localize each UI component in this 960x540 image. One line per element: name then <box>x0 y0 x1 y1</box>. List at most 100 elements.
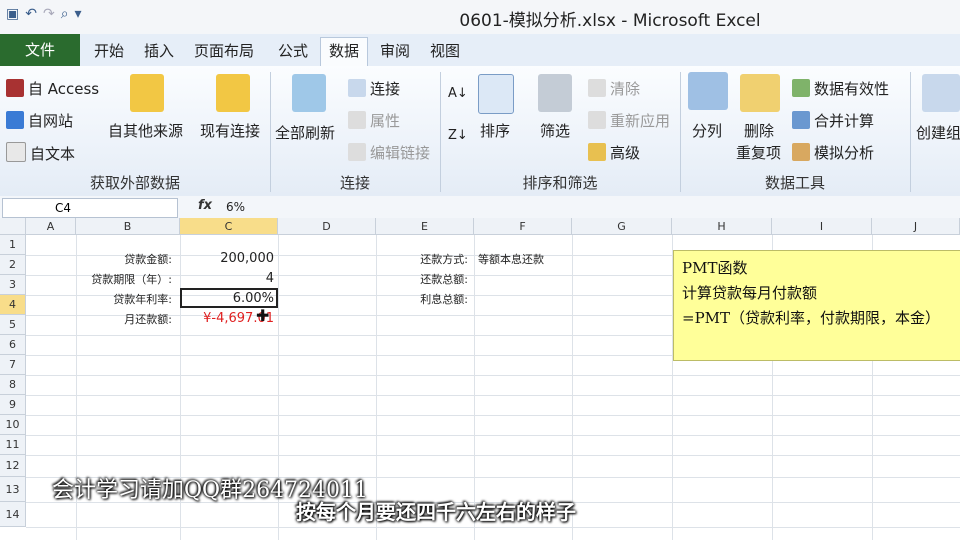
gridline <box>26 375 960 376</box>
connections-button[interactable]: 连接 <box>348 78 400 99</box>
ribbon-tabs: 文件 开始 插入 页面布局 公式 数据 审阅 视图 <box>0 34 960 67</box>
refresh-all-icon <box>292 74 326 112</box>
row-header[interactable]: 12 <box>0 455 26 477</box>
tab-home[interactable]: 开始 <box>86 38 132 64</box>
gridline <box>26 435 960 436</box>
comment-note[interactable]: PMT函数 计算贷款每月付款额 =PMT（贷款利率，付款期限，本金） <box>673 250 960 361</box>
row-header[interactable]: 10 <box>0 415 26 435</box>
text-to-columns-button[interactable]: 分列 <box>692 120 722 141</box>
existing-connections-button[interactable]: 现有连接 <box>200 120 260 141</box>
cell-e3[interactable]: 还款总额: <box>376 270 468 290</box>
edit-links-button[interactable]: 编辑链接 <box>348 142 430 163</box>
column-header-h[interactable]: H <box>672 218 772 235</box>
other-sources-icon <box>130 74 164 112</box>
cell-b5[interactable]: 月还款额: <box>76 310 172 330</box>
properties-button[interactable]: 属性 <box>348 110 400 131</box>
tab-review[interactable]: 审阅 <box>372 38 418 64</box>
cell-e4[interactable]: 利息总额: <box>376 290 468 310</box>
consolidate-button[interactable]: 合并计算 <box>792 110 874 131</box>
tab-file[interactable]: 文件 <box>0 34 80 66</box>
from-other-sources-button[interactable]: 自其他来源 <box>108 120 183 141</box>
tab-page-layout[interactable]: 页面布局 <box>186 38 262 64</box>
group-label-sort-filter: 排序和筛选 <box>522 174 598 192</box>
access-icon <box>6 79 24 97</box>
row-header[interactable]: 13 <box>0 477 26 502</box>
sort-descending-icon[interactable]: Z↓ <box>448 128 468 143</box>
row-header[interactable]: 4 <box>0 295 26 315</box>
gridline <box>26 395 960 396</box>
sort-icon <box>478 74 514 114</box>
remove-duplicates-icon <box>740 74 780 112</box>
tab-insert[interactable]: 插入 <box>136 38 182 64</box>
row-header[interactable]: 7 <box>0 355 26 375</box>
refresh-all-button[interactable]: 全部刷新 <box>275 122 335 143</box>
cell-b3[interactable]: 贷款期限（年）: <box>76 270 172 290</box>
group-icon <box>922 74 960 112</box>
column-header-f[interactable]: F <box>474 218 572 235</box>
insert-function-icon[interactable]: fx <box>198 198 212 213</box>
cell-f2[interactable]: 等额本息还款 <box>478 250 572 270</box>
column-header-d[interactable]: D <box>278 218 376 235</box>
gridline <box>26 527 960 528</box>
tab-formulas[interactable]: 公式 <box>270 38 316 64</box>
web-icon <box>6 111 24 129</box>
reapply-button[interactable]: 重新应用 <box>588 110 670 131</box>
window-title: 0601-模拟分析.xlsx - Microsoft Excel <box>459 11 761 31</box>
column-header-c[interactable]: C <box>180 218 278 235</box>
sort-button[interactable]: 排序 <box>480 120 510 141</box>
consolidate-icon <box>792 111 810 129</box>
row-header[interactable]: 9 <box>0 395 26 415</box>
name-box[interactable]: C4 <box>2 198 178 218</box>
cell-b2[interactable]: 贷款金额: <box>76 250 172 270</box>
from-access-button[interactable]: 自 Access <box>6 78 99 99</box>
filter-icon <box>538 74 572 112</box>
properties-icon <box>348 111 366 129</box>
tab-data[interactable]: 数据 <box>320 37 369 67</box>
group-separator <box>910 72 911 192</box>
column-header-b[interactable]: B <box>76 218 180 235</box>
data-validation-button[interactable]: 数据有效性 <box>792 78 889 99</box>
formula-input[interactable]: 6% <box>226 200 245 214</box>
note-line-1: PMT函数 <box>682 259 748 277</box>
filter-button[interactable]: 筛选 <box>540 120 570 141</box>
row-header[interactable]: 3 <box>0 275 26 295</box>
gridline <box>26 455 960 456</box>
row-header[interactable]: 8 <box>0 375 26 395</box>
from-text-button[interactable]: 自文本 <box>6 142 75 164</box>
select-all-corner[interactable] <box>0 218 26 235</box>
connections-icon <box>348 79 366 97</box>
cell-c3[interactable]: 4 <box>180 269 274 289</box>
advanced-filter-button[interactable]: 高级 <box>588 142 640 163</box>
tab-view[interactable]: 视图 <box>422 38 468 64</box>
column-header-i[interactable]: I <box>772 218 872 235</box>
row-header[interactable]: 6 <box>0 335 26 355</box>
column-header-e[interactable]: E <box>376 218 474 235</box>
cell-c2[interactable]: 200,000 <box>180 249 274 269</box>
from-web-button[interactable]: 自网站 <box>6 110 73 131</box>
row-header[interactable]: 1 <box>0 235 26 255</box>
row-header[interactable]: 11 <box>0 435 26 455</box>
row-header[interactable]: 2 <box>0 255 26 275</box>
cell-e2[interactable]: 还款方式: <box>376 250 468 270</box>
group-label-get-external: 获取外部数据 <box>89 174 180 192</box>
column-header-g[interactable]: G <box>572 218 672 235</box>
column-header-j[interactable]: J <box>872 218 960 235</box>
advanced-icon <box>588 143 606 161</box>
group-label-data-tools: 数据工具 <box>764 174 825 192</box>
cell-b4[interactable]: 贷款年利率: <box>76 290 172 310</box>
create-group-button[interactable]: 创建组 <box>916 122 960 143</box>
note-line-2: 计算贷款每月付款额 <box>682 284 818 302</box>
clear-icon <box>588 79 606 97</box>
clear-filter-button[interactable]: 清除 <box>588 78 640 99</box>
what-if-analysis-button[interactable]: 模拟分析 <box>792 142 874 163</box>
sort-ascending-icon[interactable]: A↓ <box>448 86 468 101</box>
row-header[interactable]: 14 <box>0 502 26 527</box>
ribbon-data: 自 Access 自网站 自文本 自其他来源 现有连接 获取外部数据 全部刷新 … <box>0 66 960 197</box>
remove-duplicates-label-2: 重复项 <box>736 144 782 162</box>
row-header[interactable]: 5 <box>0 315 26 335</box>
what-if-icon <box>792 143 810 161</box>
group-label-connections: 连接 <box>339 174 370 192</box>
column-header-a[interactable]: A <box>26 218 76 235</box>
video-subtitle: 按每个月要还四千六左右的样子 <box>296 500 576 524</box>
remove-duplicates-button[interactable]: 删除 <box>744 120 774 141</box>
